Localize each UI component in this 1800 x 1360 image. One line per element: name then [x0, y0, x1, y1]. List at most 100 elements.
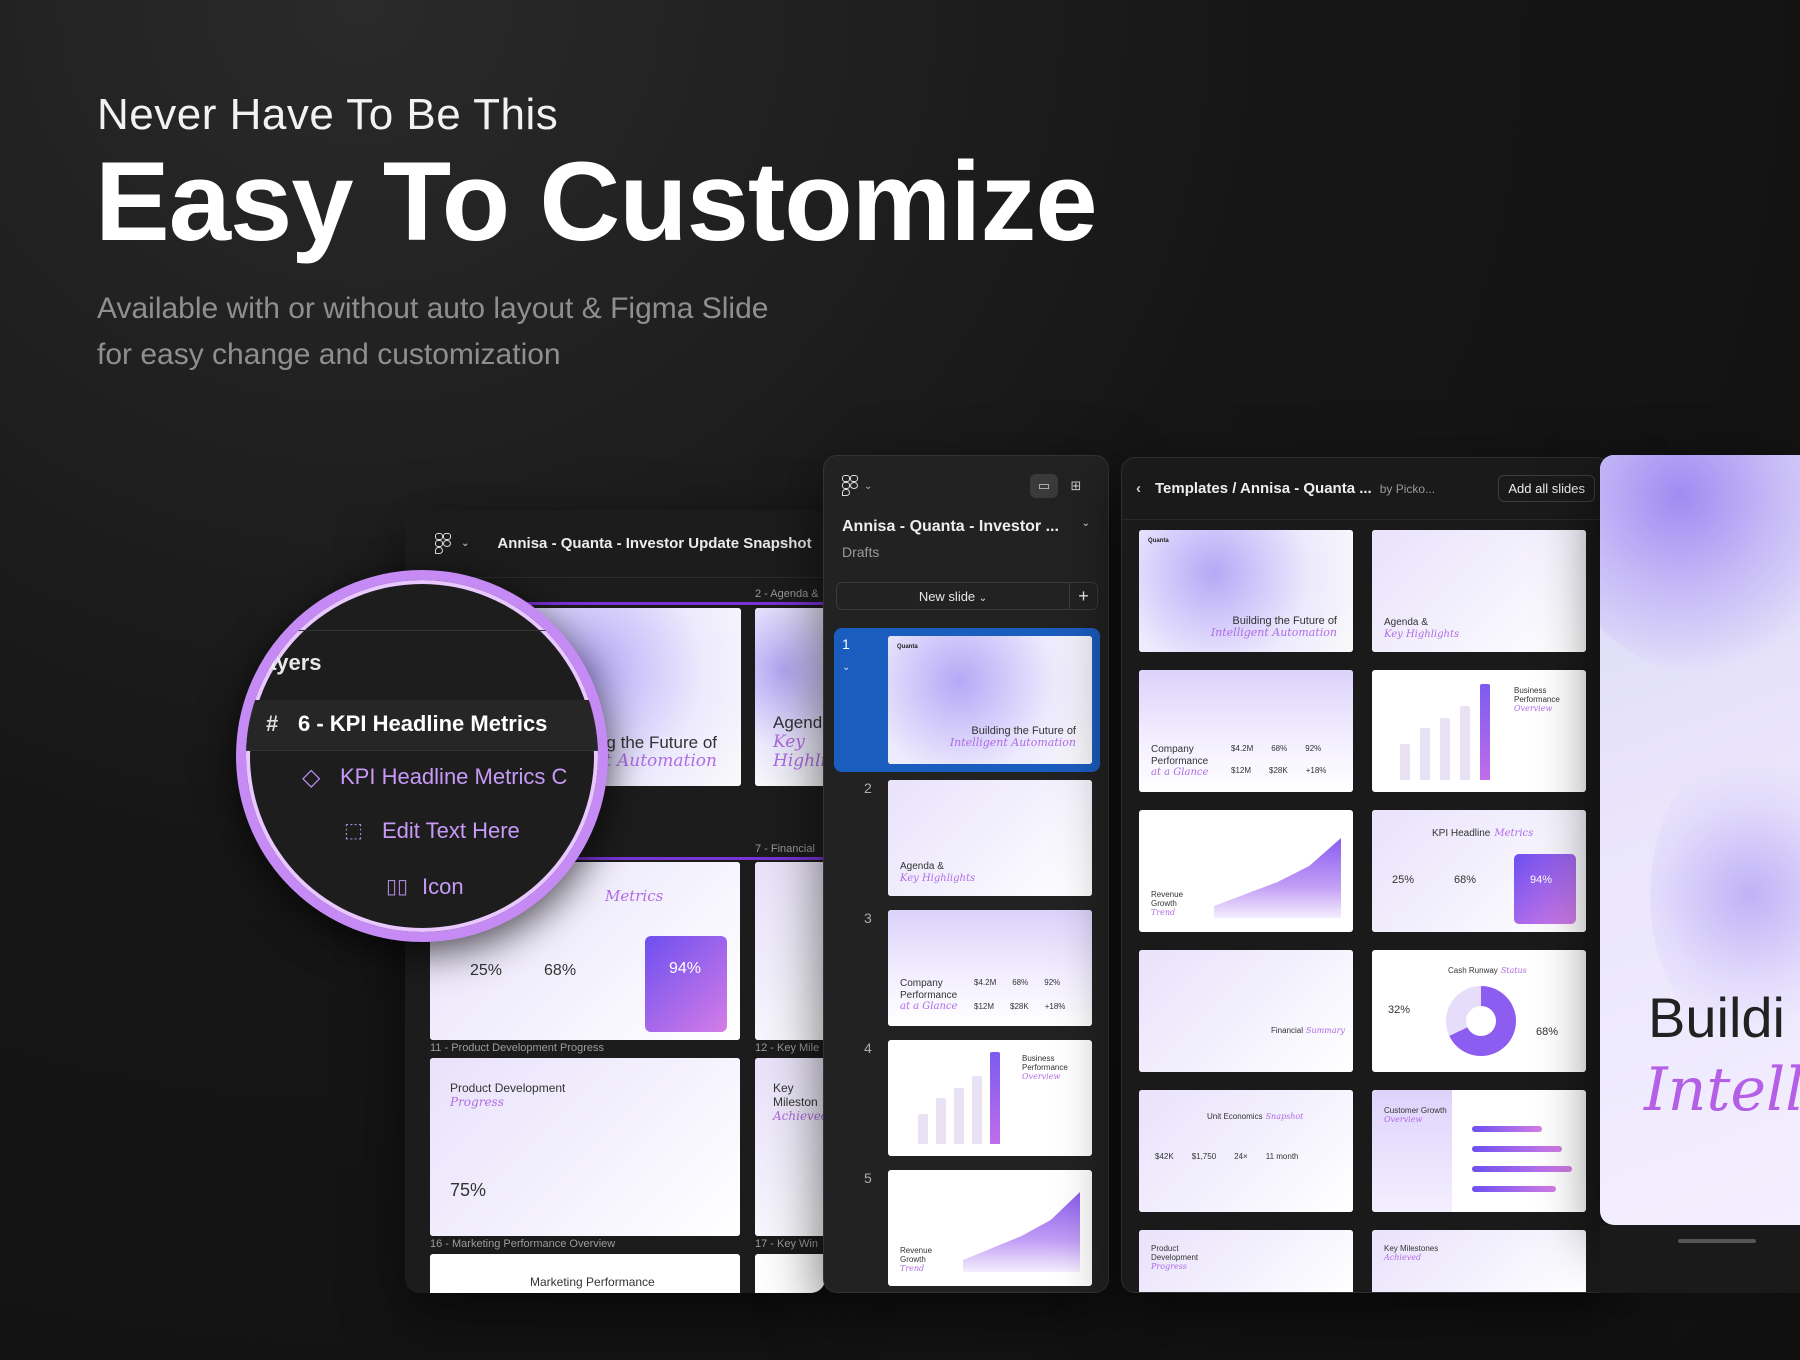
frame-label-key-mile: 12 - Key Mile	[755, 1042, 820, 1054]
template-kpi-2: 68%	[1454, 874, 1477, 886]
chevron-down-icon[interactable]: ⌄	[864, 481, 872, 492]
template-cash[interactable]: Cash Runway Status 32% 68%	[1372, 950, 1586, 1072]
frame-label-marketing: 16 - Marketing Performance Overview	[430, 1238, 616, 1250]
thumb3-stat-1: $4.2M	[974, 978, 997, 987]
layer-row-component[interactable]: ◇ KPI Headline Metrics C	[246, 752, 598, 804]
canvas-slide-agenda[interactable]: Agenda & Key Highlights	[755, 608, 825, 786]
frame-label-agenda: 2 - Agenda &	[755, 588, 819, 600]
template-revenue-accent: Trend	[1151, 908, 1176, 918]
template-product-title: Product Development	[1151, 1244, 1199, 1263]
hero-subtitle-line-2: for easy change and customization	[97, 338, 561, 371]
single-view-icon[interactable]: ▭	[1030, 474, 1058, 498]
template-product[interactable]: Product Development Progress	[1139, 1230, 1353, 1292]
canvas-slide-financial[interactable]	[755, 862, 825, 1040]
canvas-slide-key-win[interactable]	[755, 1254, 825, 1293]
templates-breadcrumb[interactable]: Templates / Annisa - Quanta ...	[1155, 480, 1372, 497]
template-hero[interactable]: Quanta Building the Future of Intelligen…	[1139, 530, 1353, 652]
slide-thumb-3[interactable]: Company Performance at a Glance $4.2M 68…	[888, 910, 1092, 1026]
template-cash-2: 68%	[1536, 1026, 1559, 1038]
frame-label-product: 11 - Product Development Progress	[430, 1042, 605, 1054]
template-product-accent: Progress	[1151, 1262, 1187, 1272]
slide-thumb-5[interactable]: Revenue Growth Trend	[888, 1170, 1092, 1286]
canvas-slide-marketing[interactable]: Marketing Performance	[430, 1254, 740, 1293]
template-unit-2: $1,750	[1191, 1152, 1217, 1161]
thumb3-stat-6: +18%	[1044, 1002, 1066, 1011]
layer-row-text[interactable]: ⬚ Edit Text Here	[246, 806, 598, 858]
preview-title-line-2: Intellig	[1644, 1055, 1800, 1125]
template-cash-accent: Status	[1500, 966, 1527, 975]
template-unit[interactable]: Unit Economics Snapshot $42K $1,750 24× …	[1139, 1090, 1353, 1212]
layout-icon: ▯▯	[386, 876, 409, 898]
chevron-down-icon: ⌄	[978, 592, 988, 604]
template-customer-title: Customer Growth	[1384, 1106, 1447, 1115]
chevron-down-icon[interactable]: ⌄	[461, 538, 469, 549]
layer-frame-name: 6 - KPI Headline Metrics	[298, 711, 548, 736]
thumb5-title: Revenue Growth	[900, 1246, 933, 1265]
thumb1-accent: Intelligent Automation	[949, 736, 1076, 750]
template-kpi-title: KPI Headline	[1432, 828, 1491, 839]
kpi-value-2: 68%	[544, 962, 577, 979]
slide-product-accent: Progress	[450, 1094, 504, 1109]
template-cash-1: 32%	[1388, 1004, 1411, 1016]
template-customer-accent: Overview	[1384, 1115, 1423, 1125]
scroll-indicator[interactable]	[1678, 1239, 1756, 1243]
slide-preview: Buildi Intellig	[1600, 455, 1800, 1225]
hero-title: Easy To Customize	[95, 139, 1098, 264]
template-revenue[interactable]: Revenue Growth Trend	[1139, 810, 1353, 932]
slide-milestones-short-accent: Achieved	[773, 1108, 825, 1123]
template-business-accent: Overview	[1514, 704, 1553, 714]
slide-agenda-title: Agenda &	[773, 713, 825, 733]
thumb3-stat-2: 68%	[1012, 978, 1029, 987]
back-chevron-icon[interactable]: ‹	[1136, 480, 1141, 497]
template-company[interactable]: Company Performance at a Glance $4.2M 68…	[1139, 670, 1353, 792]
new-slide-label: New slide	[918, 588, 976, 604]
slide-thumb-2[interactable]: Agenda & Key Highlights	[888, 780, 1092, 896]
figma-icon[interactable]	[842, 475, 858, 497]
slide-thumb-4[interactable]: Business Performance Overview	[888, 1040, 1092, 1156]
template-agenda-title: Agenda &	[1384, 617, 1428, 628]
canvas-file-title: Annisa - Quanta - Investor Update Snapsh…	[497, 535, 812, 552]
canvas-slide-milestones[interactable]: Key Mileston Achieved	[755, 1058, 825, 1236]
slide-number-5: 5	[864, 1170, 872, 1186]
templates-author: by Picko...	[1379, 481, 1436, 496]
slide-thumb-1[interactable]: Quanta Building the Future of Intelligen…	[888, 636, 1092, 764]
template-company-title: Company Performance	[1151, 744, 1209, 767]
template-customer[interactable]: Customer Growth Overview	[1372, 1090, 1586, 1212]
file-menu-chevron-icon[interactable]: ⌄	[1082, 518, 1090, 536]
slide-agenda-accent: Key Highlights	[773, 731, 825, 772]
template-business[interactable]: Business Performance Overview	[1372, 670, 1586, 792]
figma-icon[interactable]	[435, 532, 451, 555]
grid-view-icon[interactable]: ⊞	[1062, 474, 1090, 498]
template-milestones[interactable]: Key Milestones Achieved	[1372, 1230, 1586, 1292]
frame-hash-icon: #	[266, 711, 279, 736]
template-unit-1: $42K	[1155, 1152, 1174, 1161]
slide-marketing-title: Marketing Performance	[530, 1275, 655, 1289]
slide-number-4: 4	[864, 1040, 872, 1056]
slide-number-3: 3	[864, 910, 872, 926]
canvas-slide-product[interactable]: Product Development Progress 75%	[430, 1058, 740, 1236]
template-kpi-accent: Metrics	[1494, 828, 1534, 839]
layer-component-name: KPI Headline Metrics C	[340, 764, 568, 789]
new-slide-button[interactable]: New slide ⌄ +	[836, 582, 1098, 610]
template-financial[interactable]: Financial Summary	[1139, 950, 1353, 1072]
add-all-slides-button[interactable]: Add all slides	[1498, 475, 1595, 502]
template-kpi-1: 25%	[1392, 874, 1415, 886]
layer-row-frame[interactable]: # 6 - KPI Headline Metrics	[246, 700, 598, 750]
template-kpi-card: 94%	[1514, 854, 1576, 924]
slide-number-1: 1	[842, 636, 850, 652]
template-cash-title: Cash Runway	[1448, 966, 1498, 975]
thumb5-accent: Trend	[900, 1264, 925, 1274]
collapse-chevron-icon[interactable]: ⌄	[842, 662, 850, 673]
selection-line	[505, 602, 825, 605]
preview-title-line-1: Buildi	[1648, 986, 1785, 1049]
frame-label-key-win: 17 - Key Win	[755, 1238, 818, 1250]
template-financial-accent: Summary	[1306, 1026, 1345, 1035]
layer-row-icon[interactable]: ▯▯ Icon	[246, 862, 598, 914]
add-slide-icon[interactable]: +	[1069, 583, 1097, 609]
cash-donut	[1446, 986, 1516, 1056]
template-kpi[interactable]: KPI Headline Metrics 25% 68% 94%	[1372, 810, 1586, 932]
slide-milestones-short-title: Key Mileston	[773, 1081, 818, 1109]
template-agenda[interactable]: Agenda & Key Highlights	[1372, 530, 1586, 652]
template-stat-4: $12M	[1231, 766, 1252, 775]
kpi-value-3: 94%	[669, 960, 702, 977]
